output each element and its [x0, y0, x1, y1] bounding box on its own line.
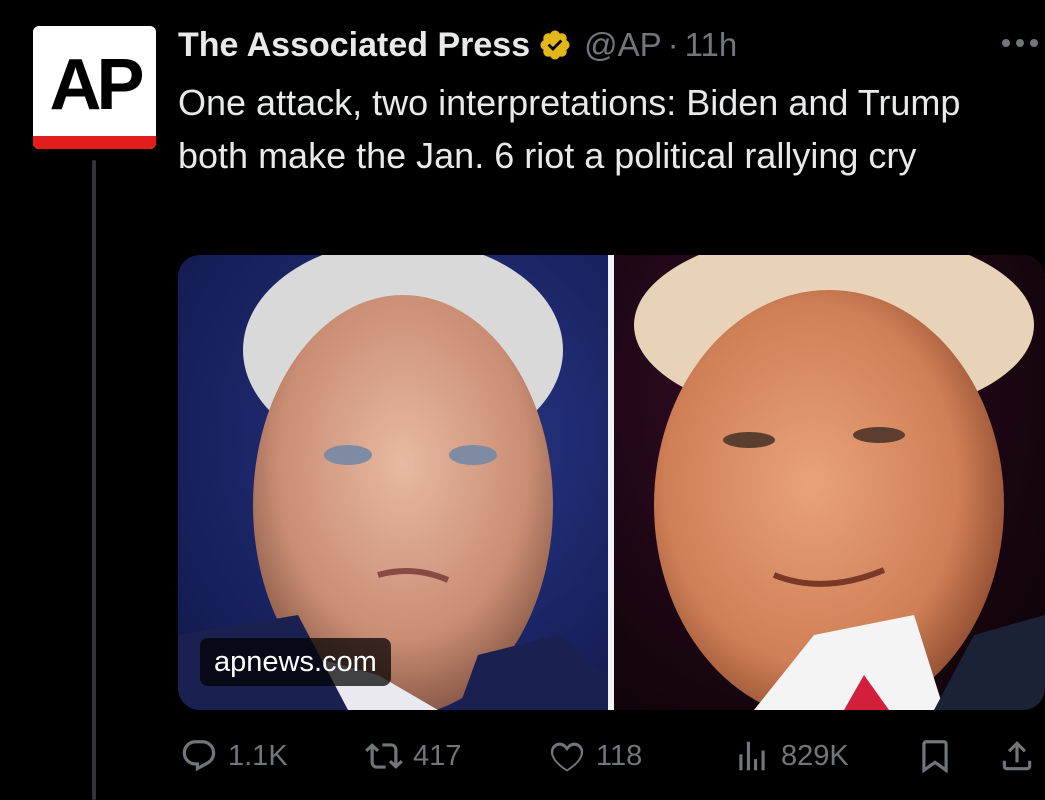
comment-icon [182, 740, 216, 772]
link-card-image[interactable]: apnews.com [178, 255, 1045, 710]
repost-icon [365, 743, 403, 769]
portrait-right-illustration [634, 255, 1045, 710]
thread-line [92, 160, 96, 800]
photo-trump [614, 255, 1045, 710]
view-count: 829K [781, 739, 849, 772]
author-name[interactable]: The Associated Press [178, 26, 530, 65]
ap-logo-stripe [33, 136, 156, 149]
share-button[interactable] [998, 730, 1036, 782]
link-domain-badge[interactable]: apnews.com [200, 638, 391, 686]
like-count: 118 [596, 739, 643, 772]
like-button[interactable]: 118 [548, 730, 642, 782]
repost-count: 417 [413, 739, 462, 772]
action-bar: 1.1K 417 118 829K [180, 730, 1045, 782]
tweet-text: One attack, two interpretations: Biden a… [178, 82, 961, 176]
author-handle[interactable]: @AP [584, 26, 662, 64]
heart-icon [550, 742, 584, 772]
repost-button[interactable]: 417 [365, 730, 461, 782]
bookmark-button[interactable] [916, 730, 954, 782]
reply-button[interactable]: 1.1K [180, 730, 288, 782]
views-button[interactable]: 829K [733, 730, 849, 782]
tweet-header: The Associated Press @AP · 11h [178, 22, 737, 68]
views-chart-icon [739, 741, 765, 771]
more-options-icon[interactable] [996, 28, 1044, 58]
timestamp[interactable]: 11h [685, 26, 738, 64]
ap-logo: AP [49, 45, 144, 125]
separator-dot: · [667, 26, 679, 63]
verified-badge-icon[interactable] [538, 28, 572, 62]
avatar[interactable]: AP [33, 26, 156, 149]
bookmark-icon [922, 740, 948, 774]
reply-count: 1.1K [228, 739, 288, 772]
share-icon [1002, 741, 1032, 771]
